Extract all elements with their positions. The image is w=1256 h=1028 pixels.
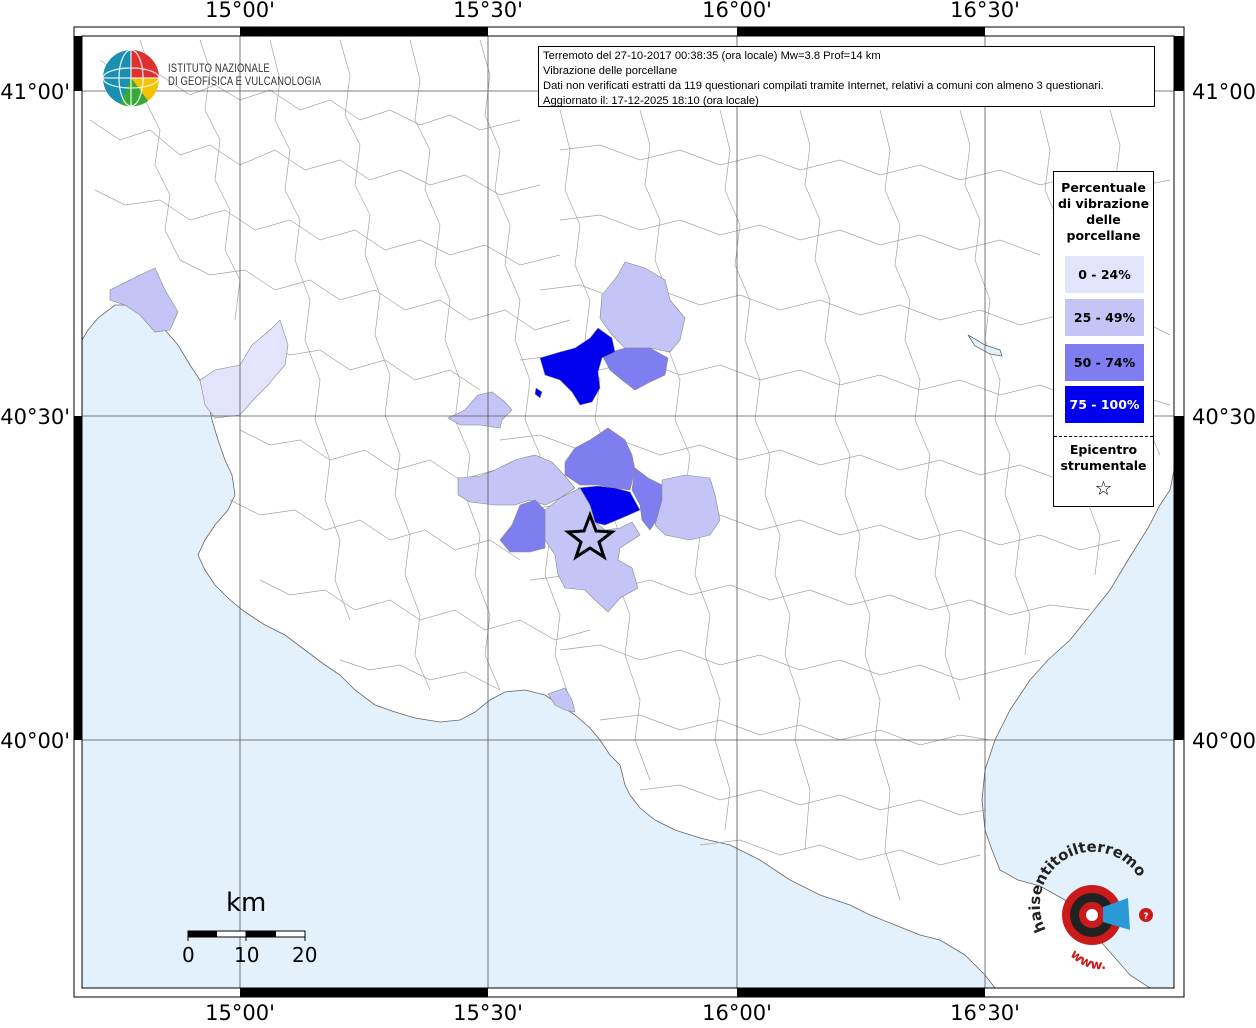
lon-label-top: 16°00' [702, 0, 772, 22]
info-line-parameter: Vibrazione delle porcellane [543, 65, 678, 77]
legend-class-label: 75 - 100% [1069, 397, 1140, 412]
legend-title-line: Percentuale [1061, 180, 1146, 195]
legend-class-label: 0 - 24% [1078, 267, 1131, 282]
ingv-logo-text: ISTITUTO NAZIONALE DI GEOFISICA E VULCAN… [168, 63, 321, 89]
legend-title-line: di vibrazione [1057, 196, 1150, 211]
info-line-data-note: Dati non verificati estratti da 119 ques… [543, 80, 1104, 92]
ingv-logo-line: DI GEOFISICA E VULCANOLOGIA [168, 76, 322, 88]
municipality-class-2 [654, 474, 721, 541]
lon-label-top: 15°00' [205, 0, 275, 22]
lat-label-right: 40°30' [1192, 405, 1256, 429]
legend-class-label: 50 - 74% [1073, 355, 1136, 370]
map-stage: 15°00' 15°30' 16°00' 16°30' 15°00' 15°30… [0, 0, 1256, 1025]
legend-epicenter-line: Epicentro [1069, 442, 1138, 457]
lat-label-left: 40°00' [0, 729, 70, 753]
legend-title-line: delle [1086, 212, 1121, 227]
legend-separator [1054, 436, 1153, 437]
lon-label-bottom: 16°30' [950, 1001, 1020, 1024]
map-canvas: 15°00' 15°30' 16°00' 16°30' 15°00' 15°30… [0, 0, 1256, 1025]
svg-text:?: ? [1143, 912, 1148, 922]
legend: Percentuale di vibrazione delle porcella… [1053, 171, 1154, 507]
lon-label-bottom: 15°30' [453, 1001, 523, 1024]
legend-class-label: 25 - 49% [1073, 310, 1136, 325]
scale-label: 20 [292, 943, 318, 967]
info-line-updated: Aggiornato il: 17-12-2025 18:10 (ora loc… [543, 95, 759, 107]
lat-label-right: 41°00' [1192, 80, 1256, 104]
legend-star-icon: ☆ [1094, 476, 1113, 500]
lon-label-top: 16°30' [950, 0, 1020, 22]
lon-label-top: 15°30' [453, 0, 523, 22]
scale-unit: km [226, 888, 267, 918]
scale-label: 10 [234, 943, 260, 967]
ingv-logo-line: ISTITUTO NAZIONALE [168, 63, 270, 75]
lon-label-bottom: 15°00' [205, 1001, 275, 1024]
legend-class-3: 50 - 74% [1065, 344, 1144, 381]
scale-label: 0 [182, 943, 195, 967]
legend-epicenter-label: Epicentro strumentale [1054, 442, 1153, 474]
ingv-logo-icon [102, 49, 160, 107]
earthquake-info-box: Terremoto del 27-10-2017 00:38:35 (ora l… [538, 46, 1155, 107]
info-line-event: Terremoto del 27-10-2017 00:38:35 (ora l… [543, 50, 881, 62]
lat-label-left: 41°00' [0, 80, 70, 104]
lon-label-bottom: 16°00' [702, 1001, 772, 1024]
legend-epicenter-line: strumentale [1060, 458, 1147, 473]
legend-title-line: porcellane [1066, 228, 1141, 243]
lat-label-right: 40°00' [1192, 729, 1256, 753]
lat-label-left: 40°30' [0, 405, 70, 429]
legend-class-2: 25 - 49% [1065, 299, 1144, 336]
legend-title: Percentuale di vibrazione delle porcella… [1054, 180, 1153, 244]
legend-class-4: 75 - 100% [1065, 386, 1144, 423]
legend-class-1: 0 - 24% [1065, 256, 1144, 293]
